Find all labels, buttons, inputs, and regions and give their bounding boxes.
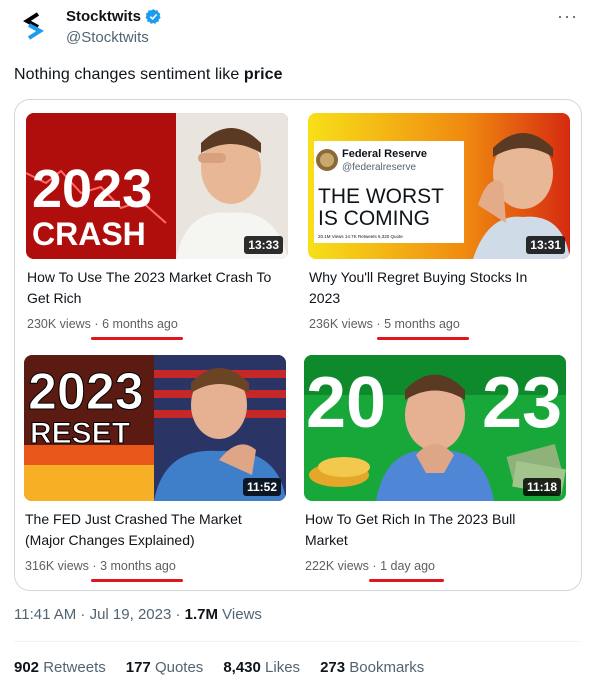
thumb-line1: THE WORST — [318, 185, 444, 208]
stat-label: Quotes — [154, 659, 204, 676]
views-count: 1.7M — [184, 606, 219, 623]
video-thumbnail[interactable]: Federal Reserve @federalreserve THE WORS… — [308, 113, 570, 259]
thumb-account: Federal Reserve — [342, 148, 427, 160]
video-duration: 11:52 — [242, 478, 281, 496]
thumb-big-text: 2023 — [32, 159, 152, 219]
thumb-word-text: CRASH — [32, 216, 146, 252]
tweet-text-plain: Nothing changes sentiment like — [14, 66, 244, 83]
stat-label: Retweets — [43, 659, 106, 676]
video-duration: 11:18 — [522, 478, 561, 496]
video-views: 236K views — [309, 317, 373, 331]
handle[interactable]: @Stocktwits — [66, 29, 162, 46]
stat-retweets[interactable]: 902 Retweets — [14, 659, 106, 676]
video-duration: 13:31 — [526, 236, 565, 254]
video-thumbnail[interactable]: 2023 RESET 11:52 — [24, 355, 286, 501]
red-underline — [369, 579, 444, 582]
tweet-timestamp: 11:41 AM · Jul 19, 2023 · 1.7M Views — [14, 606, 262, 623]
thumb-handle: @federalreserve — [342, 162, 417, 173]
thumb-right-text: 23 — [482, 363, 562, 443]
video-views: 230K views — [27, 317, 91, 331]
video-age: 5 months ago — [384, 317, 460, 331]
thumb-left-text: 20 — [306, 363, 386, 443]
video-title[interactable]: The FED Just Crashed The Market (Major C… — [24, 509, 275, 551]
thumb-line2: IS COMING — [318, 207, 430, 230]
video-duration: 13:33 — [244, 236, 283, 254]
video-views: 222K views — [305, 559, 369, 573]
red-underline — [377, 337, 469, 340]
media-grid[interactable]: 2023 CRASH 13:33 How To Use The 2023 Mar… — [14, 99, 582, 591]
engagement-stats: 902 Retweets 177 Quotes 8,430 Likes 273 … — [14, 659, 424, 676]
stat-count: 177 — [125, 659, 151, 676]
stocktwits-logo-icon — [23, 12, 44, 40]
video-age: 3 months ago — [100, 559, 176, 573]
video-thumbnail[interactable]: 2023 CRASH 13:33 — [26, 113, 288, 259]
timestamp-text[interactable]: 11:41 AM · Jul 19, 2023 · — [14, 606, 185, 623]
red-underline — [91, 579, 183, 582]
video-card[interactable]: Federal Reserve @federalreserve THE WORS… — [308, 113, 570, 340]
video-card[interactable]: 2023 RESET 11:52 The FED Just Crashed Th… — [24, 355, 286, 582]
tweet-text: Nothing changes sentiment like price — [14, 66, 283, 84]
stocktwits-avatar[interactable] — [14, 6, 54, 46]
verified-badge-icon — [145, 9, 161, 24]
video-title[interactable]: Why You'll Regret Buying Stocks In 2023 — [308, 267, 559, 309]
stat-count: 902 — [14, 659, 40, 676]
video-card[interactable]: 20 23 11:18 How To Get Rich In The 2023 … — [304, 355, 566, 582]
tweet-text-bold: price — [243, 66, 283, 83]
ellipsis-icon[interactable]: ··· — [557, 6, 578, 27]
stat-bookmarks[interactable]: 273 Bookmarks — [320, 659, 424, 676]
video-views: 316K views — [25, 559, 89, 573]
stat-likes[interactable]: 8,430 Likes — [223, 659, 300, 676]
views-label: Views — [218, 606, 262, 623]
display-name[interactable]: Stocktwits — [66, 8, 141, 25]
stat-label: Likes — [265, 659, 301, 676]
stat-count: 8,430 — [223, 659, 261, 676]
tweet-header: Stocktwits @Stocktwits ··· — [14, 6, 580, 50]
thumb-word-text: RESET — [30, 417, 130, 450]
video-age: 6 months ago — [102, 317, 178, 331]
divider — [14, 641, 580, 642]
video-title[interactable]: How To Use The 2023 Market Crash To Get … — [26, 267, 277, 309]
video-thumbnail[interactable]: 20 23 11:18 — [304, 355, 566, 501]
video-card[interactable]: 2023 CRASH 13:33 How To Use The 2023 Mar… — [26, 113, 288, 340]
thumb-big-text: 2023 — [28, 363, 144, 421]
stat-count: 273 — [320, 659, 346, 676]
video-age: 1 day ago — [380, 559, 435, 573]
red-underline — [91, 337, 183, 340]
stat-label: Bookmarks — [349, 659, 425, 676]
video-title[interactable]: How To Get Rich In The 2023 Bull Market — [304, 509, 555, 551]
stat-quotes[interactable]: 177 Quotes — [126, 659, 204, 676]
thumb-stats: 20.1M Views 14.7K Retweets 6,320 Quote — [318, 234, 403, 239]
